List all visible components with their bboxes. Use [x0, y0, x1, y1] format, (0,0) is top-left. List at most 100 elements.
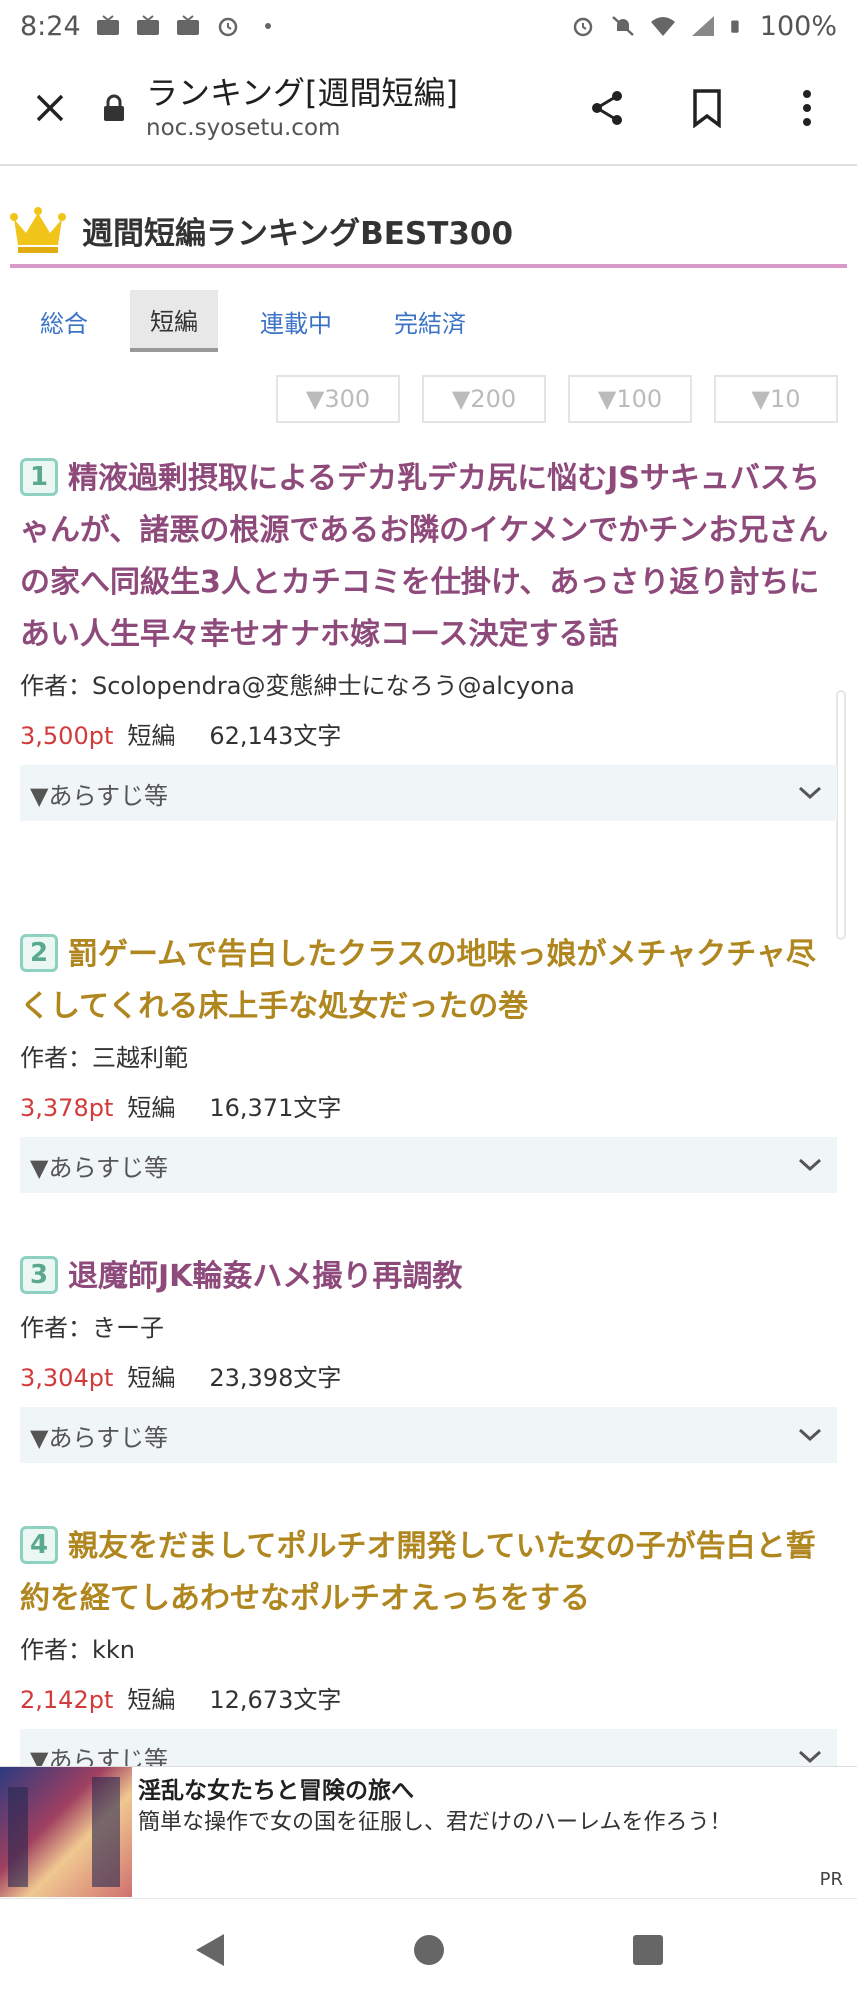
entry-title-text: 退魔師JK輪姦ハメ撮り再調教: [68, 1259, 463, 1294]
share-button[interactable]: [557, 52, 657, 164]
mute-icon: [611, 16, 634, 36]
ranking-tabs: 総合 短編 連載中 完結済: [20, 290, 508, 354]
browser-domain: noc.syosetu.com: [146, 115, 341, 141]
tab-short[interactable]: 短編: [130, 290, 218, 352]
ad-body: 淫乱な女たちと冒険の旅へ 簡単な操作で女の国を征服し、君だけのハーレムを作ろう！: [132, 1767, 738, 1898]
rank-badge: 2: [20, 933, 58, 972]
entry-meta: 3,500pt 短編 62,143文字: [20, 711, 837, 761]
more-vert-icon: [803, 90, 811, 126]
entry-author[interactable]: 作者：kkn: [20, 1625, 837, 1675]
entry-genre: 短編: [127, 1364, 176, 1392]
summary-toggle[interactable]: ▼あらすじ等: [20, 1407, 837, 1463]
browser-page-title: ランキング[週間短編]: [146, 74, 459, 112]
tv-notification-icon: [136, 15, 159, 35]
filter-300-button[interactable]: ▼300: [276, 375, 400, 423]
battery-level: 100%: [759, 10, 837, 42]
more-menu-button[interactable]: [757, 52, 857, 164]
ranking-entry: 2 罰ゲームで告白したクラスの地味っ娘がメチャクチャ尽くしてくれる床上手な処女だっ…: [20, 929, 837, 1193]
filter-100-button[interactable]: ▼100: [568, 375, 692, 423]
ranking-entry: 4 親友をだましてポルチオ開発していた女の子が告白と誓約を経てしあわせなポルチオえ…: [20, 1521, 837, 1785]
alarm-icon: [573, 17, 593, 37]
home-icon[interactable]: [411, 1932, 447, 1968]
alarm-icon: [218, 17, 237, 37]
entry-meta: 2,142pt 短編 12,673文字: [20, 1675, 837, 1725]
entry-title-text: 親友をだましてポルチオ開発していた女の子が告白と誓約を経てしあわせなポルチオえっ…: [20, 1529, 816, 1616]
summary-label: ▼あらすじ等: [30, 1153, 168, 1182]
filter-200-button[interactable]: ▼200: [422, 375, 546, 423]
entry-genre: 短編: [127, 722, 176, 750]
rank-badge: 3: [20, 1255, 58, 1294]
recents-icon[interactable]: [631, 1933, 665, 1967]
back-icon[interactable]: [192, 1930, 228, 1970]
entry-title-link[interactable]: 3 退魔師JK輪姦ハメ撮り再調教: [20, 1251, 837, 1303]
entry-author[interactable]: 作者：きー子: [20, 1303, 837, 1353]
tab-completed[interactable]: 完結済: [374, 290, 486, 352]
entry-length: 12,673文字: [209, 1686, 342, 1714]
entry-title-text: 罰ゲームで告白したクラスの地味っ娘がメチャクチャ尽くしてくれる床上手な処女だった…: [20, 937, 816, 1024]
entry-points: 3,304pt: [20, 1364, 114, 1392]
lock-icon: [100, 93, 128, 123]
entry-meta: 3,304pt 短編 23,398文字: [20, 1353, 837, 1403]
status-time: 8:24: [20, 10, 81, 42]
status-bar: 8:24 100%: [0, 0, 857, 52]
ranking-entry: 1 精液過剰摂取によるデカ乳デカ尻に悩むJSサキュバスちゃんが、諸悪の根源であるお…: [20, 453, 837, 821]
entry-points: 3,500pt: [20, 722, 114, 750]
system-nav-bar: [0, 1898, 857, 2000]
battery-icon: [731, 20, 739, 33]
chevron-down-icon: [798, 786, 822, 800]
entry-length: 23,398文字: [209, 1364, 342, 1392]
ad-title[interactable]: 淫乱な女たちと冒険の旅へ: [138, 1775, 732, 1807]
entry-title-link[interactable]: 1 精液過剰摂取によるデカ乳デカ尻に悩むJSサキュバスちゃんが、諸悪の根源であるお…: [20, 453, 837, 661]
scrollbar[interactable]: [836, 690, 846, 940]
entry-title-link[interactable]: 2 罰ゲームで告白したクラスの地味っ娘がメチャクチャ尽くしてくれる床上手な処女だっ…: [20, 929, 837, 1033]
url-block[interactable]: ランキング[週間短編] noc.syosetu.com: [100, 73, 557, 143]
crown-icon: [10, 207, 66, 253]
bookmark-button[interactable]: [657, 52, 757, 164]
chevron-down-icon: [798, 1750, 822, 1764]
chevron-down-icon: [798, 1428, 822, 1442]
browser-toolbar: ランキング[週間短編] noc.syosetu.com: [0, 52, 857, 166]
ad-pr-label: PR: [819, 1869, 843, 1890]
bookmark-icon: [693, 89, 721, 128]
close-icon: [36, 94, 64, 122]
wifi-icon: [650, 17, 675, 36]
entry-points: 3,378pt: [20, 1094, 114, 1122]
entry-points: 2,142pt: [20, 1686, 114, 1714]
entry-genre: 短編: [127, 1686, 176, 1714]
status-right: 100%: [570, 11, 837, 42]
tv-notification-icon: [176, 15, 199, 35]
ad-thumbnail[interactable]: [0, 1767, 132, 1897]
tab-overall[interactable]: 総合: [20, 290, 108, 352]
entry-author[interactable]: 作者：Scolopendra@変態紳士になろう@alcyona: [20, 661, 837, 711]
summary-toggle[interactable]: ▼あらすじ等: [20, 765, 837, 821]
rank-badge: 4: [20, 1525, 58, 1564]
summary-label: ▼あらすじ等: [30, 1423, 168, 1452]
signal-icon: [691, 16, 714, 36]
entry-meta: 3,378pt 短編 16,371文字: [20, 1083, 837, 1133]
rank-badge: 1: [20, 457, 58, 496]
ranking-header: 週間短編ランキングBEST300: [10, 196, 847, 268]
tab-ongoing[interactable]: 連載中: [240, 290, 352, 352]
ad-banner[interactable]: 淫乱な女たちと冒険の旅へ 簡単な操作で女の国を征服し、君だけのハーレムを作ろう！…: [0, 1766, 857, 1898]
entry-genre: 短編: [127, 1094, 176, 1122]
ad-thumbnail-strip: [8, 1787, 28, 1887]
entry-length: 16,371文字: [209, 1094, 342, 1122]
entry-title-link[interactable]: 4 親友をだましてポルチオ開発していた女の子が告白と誓約を経てしあわせなポルチオえ…: [20, 1521, 837, 1625]
ranking-entry: 3 退魔師JK輪姦ハメ撮り再調教 作者：きー子 3,304pt 短編 23,398…: [20, 1251, 837, 1463]
entry-title-text: 精液過剰摂取によるデカ乳デカ尻に悩むJSサキュバスちゃんが、諸悪の根源であるお隣…: [20, 461, 829, 652]
summary-label: ▼あらすじ等: [30, 781, 168, 810]
close-tab-button[interactable]: [0, 52, 100, 164]
chevron-down-icon: [798, 1158, 822, 1172]
url-text: ランキング[週間短編] noc.syosetu.com: [146, 73, 458, 143]
summary-toggle[interactable]: ▼あらすじ等: [20, 1137, 837, 1193]
dot-icon: [264, 23, 271, 29]
entry-length: 62,143文字: [209, 722, 342, 750]
filter-10-button[interactable]: ▼10: [714, 375, 838, 423]
status-left: 8:24: [20, 11, 281, 42]
range-filters: ▼300 ▼200 ▼100 ▼10: [276, 375, 838, 423]
share-icon: [592, 91, 622, 125]
entry-author[interactable]: 作者：三越利範: [20, 1033, 837, 1083]
page-title: 週間短編ランキングBEST300: [82, 215, 514, 252]
tv-notification-icon: [96, 15, 119, 35]
ad-thumbnail-strip: [92, 1777, 120, 1887]
